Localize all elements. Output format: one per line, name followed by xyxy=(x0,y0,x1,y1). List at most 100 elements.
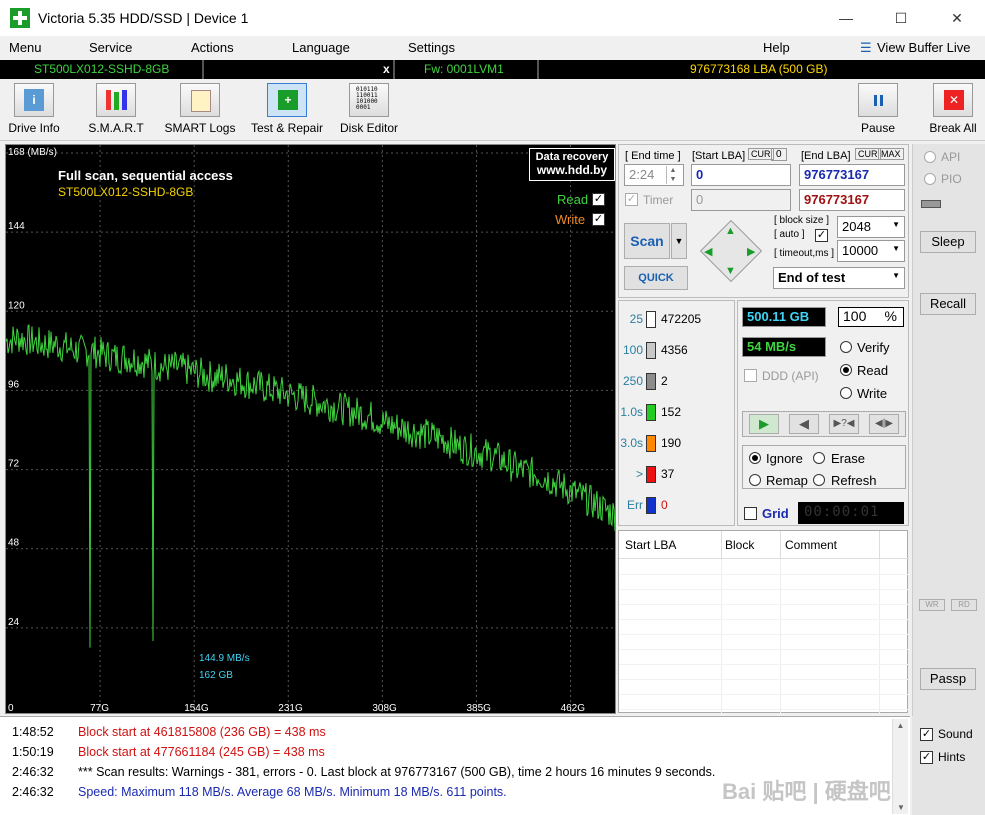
quick-button[interactable]: QUICK xyxy=(624,266,688,290)
timer-field[interactable]: 0 xyxy=(691,189,791,211)
first-aid-icon: + xyxy=(267,83,307,117)
data-recovery-banner[interactable]: Data recovery www.hdd.by xyxy=(529,148,615,181)
end-of-test-select[interactable]: End of test ▼ xyxy=(773,267,905,289)
graph-model: ST500LX012-SSHD-8GB xyxy=(58,185,194,199)
rd-indicator: RD xyxy=(951,599,977,611)
log-time: 2:46:32 xyxy=(12,785,54,799)
stat-color-swatch[interactable] xyxy=(646,435,656,452)
ignore-radio[interactable] xyxy=(749,452,761,464)
end-cur-button[interactable]: CUR xyxy=(855,148,881,160)
verify-label: Verify xyxy=(857,340,890,355)
log-time: 1:48:52 xyxy=(12,725,54,739)
x-tick-label: 385G xyxy=(466,703,491,714)
stat-color-swatch[interactable] xyxy=(646,373,656,390)
list-icon: ☰ xyxy=(860,40,872,55)
remap-label: Remap xyxy=(766,473,808,488)
start-lba-field[interactable]: 0 xyxy=(691,164,791,186)
verify-radio[interactable] xyxy=(840,341,852,353)
stop-icon: ✕ xyxy=(933,83,973,117)
column-block[interactable]: Block xyxy=(725,538,754,552)
timeout-select[interactable]: 10000 ▼ xyxy=(837,240,905,262)
drive-info-button[interactable]: i Drive Info xyxy=(4,83,64,135)
stat-color-swatch[interactable] xyxy=(646,466,656,483)
recall-button[interactable]: Recall xyxy=(920,293,976,315)
end-lba-secondary-field[interactable]: 976773167 xyxy=(799,189,905,211)
start-cur-button[interactable]: CUR xyxy=(748,148,774,160)
log-scrollbar[interactable]: ▲ ▼ xyxy=(892,719,908,814)
sound-checkbox[interactable]: ✓ xyxy=(920,728,933,741)
arrow-up-icon[interactable]: ▲ xyxy=(725,225,736,237)
view-buffer-live[interactable]: View Buffer Live xyxy=(877,40,970,55)
scroll-up-icon[interactable]: ▲ xyxy=(893,721,908,730)
speed-graph: 24 48 72 96 120 144 0 77G 154G 231G 308G 385G 462G 1… xyxy=(5,144,616,714)
stat-color-swatch[interactable] xyxy=(646,404,656,421)
block-size-label: [ block size ] xyxy=(774,215,830,226)
read-legend-checkbox[interactable]: ✓ xyxy=(592,193,605,206)
hints-label: Hints xyxy=(938,750,966,764)
smart-logs-button[interactable]: SMART Logs xyxy=(164,83,236,135)
grid-checkbox[interactable] xyxy=(744,507,757,520)
x-tick-label: 308G xyxy=(372,703,397,714)
test-repair-button[interactable]: + Test & Repair xyxy=(248,83,326,135)
test-tubes-icon xyxy=(96,83,136,117)
menu-help[interactable]: Help xyxy=(763,40,790,55)
arrow-down-icon[interactable]: ▼ xyxy=(725,265,736,277)
api-radio[interactable] xyxy=(924,151,936,163)
stat-count: 152 xyxy=(661,405,682,419)
smart-button[interactable]: S.M.A.R.T xyxy=(84,83,148,135)
column-comment[interactable]: Comment xyxy=(785,538,837,552)
scan-button[interactable]: Scan xyxy=(624,223,670,259)
pause-button[interactable]: Pause xyxy=(856,83,900,135)
timer-checkbox[interactable]: ✓ xyxy=(625,193,638,206)
menu-settings[interactable]: Settings xyxy=(408,40,455,55)
disk-editor-button[interactable]: 010110 110011 101000 0001 Disk Editor xyxy=(338,83,400,135)
x-tick-label: 231G xyxy=(278,703,303,714)
passp-button[interactable]: Passp xyxy=(920,668,976,690)
cursor-position: 162 GB xyxy=(199,670,233,681)
auto-checkbox[interactable]: ✓ xyxy=(815,229,828,242)
butterfly-icon[interactable]: ◀|▶ xyxy=(869,414,899,434)
write-legend-checkbox[interactable]: ✓ xyxy=(592,213,605,226)
minimize-button[interactable]: — xyxy=(823,0,869,36)
refresh-radio[interactable] xyxy=(813,474,825,486)
play-icon[interactable]: ▶ xyxy=(749,414,779,434)
stat-color-swatch[interactable] xyxy=(646,311,656,328)
reverse-icon[interactable]: ◀ xyxy=(789,414,819,434)
menu-menu[interactable]: Menu xyxy=(9,40,42,55)
logs-icon xyxy=(180,83,220,117)
column-start-lba[interactable]: Start LBA xyxy=(625,538,676,552)
stat-label: 1.0s xyxy=(620,405,643,419)
random-seek-icon[interactable]: ▶?◀ xyxy=(829,414,859,434)
erase-radio[interactable] xyxy=(813,452,825,464)
menu-service[interactable]: Service xyxy=(89,40,132,55)
close-button[interactable]: ✕ xyxy=(934,0,980,36)
stat-color-swatch[interactable] xyxy=(646,497,656,514)
end-max-button[interactable]: MAX xyxy=(878,148,904,160)
scan-dropdown-button[interactable]: ▼ xyxy=(671,223,687,259)
pause-icon xyxy=(858,83,898,117)
toolbar: i Drive Info S.M.A.R.T SMART Logs + Test… xyxy=(0,79,985,141)
arrow-right-icon[interactable]: ▶ xyxy=(747,245,755,258)
stat-label: 250 xyxy=(622,374,643,388)
close-drive-icon[interactable]: x xyxy=(383,62,390,76)
ddd-api-checkbox[interactable] xyxy=(744,369,757,382)
remap-radio[interactable] xyxy=(749,474,761,486)
end-time-spinner[interactable]: ▲ ▼ xyxy=(666,166,679,184)
end-time-label: [ End time ] xyxy=(625,150,681,162)
read-radio[interactable] xyxy=(840,364,852,376)
menu-language[interactable]: Language xyxy=(292,40,350,55)
block-size-select[interactable]: 2048 ▼ xyxy=(837,216,905,238)
maximize-button[interactable]: ☐ xyxy=(878,0,924,36)
app-logo-icon xyxy=(10,8,30,28)
stat-count: 472205 xyxy=(661,312,702,326)
pio-radio[interactable] xyxy=(924,173,936,185)
arrow-left-icon[interactable]: ◀ xyxy=(704,245,712,258)
menu-actions[interactable]: Actions xyxy=(191,40,234,55)
scroll-down-icon[interactable]: ▼ xyxy=(893,803,909,812)
hints-checkbox[interactable]: ✓ xyxy=(920,751,933,764)
stat-color-swatch[interactable] xyxy=(646,342,656,359)
break-all-button[interactable]: ✕ Break All xyxy=(926,83,980,135)
sleep-button[interactable]: Sleep xyxy=(920,231,976,253)
write-radio[interactable] xyxy=(840,387,852,399)
end-lba-field[interactable]: 976773167 xyxy=(799,164,905,186)
